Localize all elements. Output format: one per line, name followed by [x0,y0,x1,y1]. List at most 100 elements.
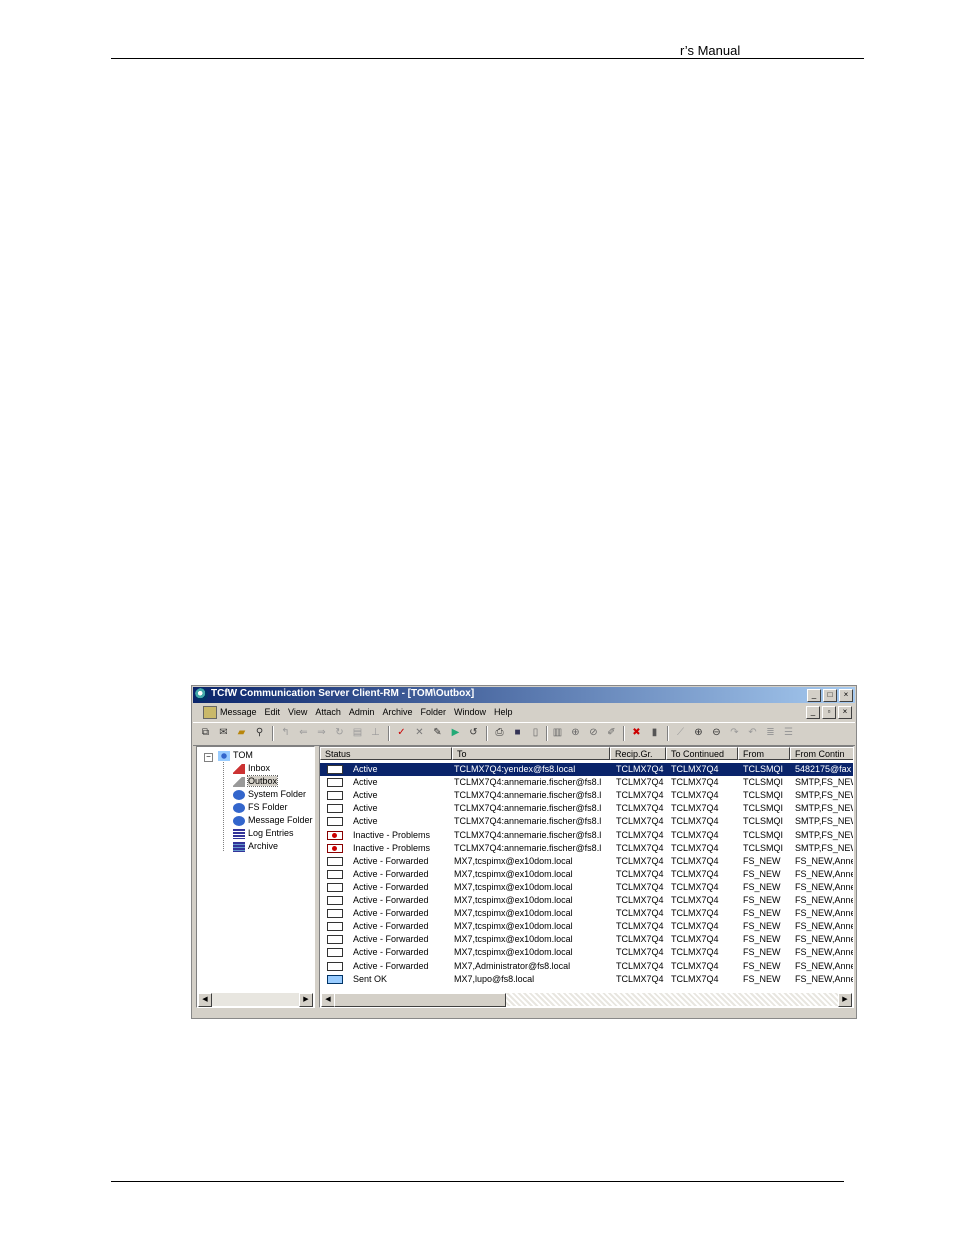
menu-edit[interactable]: Edit [265,707,281,717]
tree-item-message-folder[interactable]: Message Folder [233,814,313,827]
table-row[interactable]: Active - Forwarded MX7,tcspimx@ex10dom.lo… [320,894,853,907]
table-row[interactable]: Active TCLMX7Q4:annemarie.fischer@fs8.l TC… [320,789,853,802]
reply-all-icon[interactable]: ⇐ [297,726,310,739]
cell-to-cont: TCLMX7Q4 [671,868,719,879]
menu-admin[interactable]: Admin [349,707,375,717]
new-message-icon[interactable]: ✉ [217,726,230,739]
forward-icon[interactable]: ⇒ [315,726,328,739]
menu-window[interactable]: Window [454,707,486,717]
annotate-icon[interactable]: ⟋ [674,726,687,739]
outbox-icon [233,776,245,787]
attach-icon[interactable]: ⊘ [587,726,600,739]
tree-item-system-folder[interactable]: System Folder [233,788,306,801]
menu-folder[interactable]: Folder [420,707,446,717]
toolbar-separator [388,726,390,741]
mdi-restore-button[interactable]: ▫ [822,706,836,719]
tree-item-archive[interactable]: Archive [233,840,278,853]
notes-icon[interactable]: ✐ [605,726,618,739]
table-row[interactable]: Inactive - Problems TCLMX7Q4:annemarie.fi… [320,829,853,842]
fit-width-icon[interactable]: ☰ [782,726,795,739]
checkmark-icon[interactable]: ✓ [395,726,408,739]
menu-help[interactable]: Help [494,707,513,717]
properties-icon[interactable]: ▥ [551,726,564,739]
tree-horizontal-scrollbar[interactable]: ◀ ▶ [198,993,313,1007]
fit-page-icon[interactable]: ≣ [764,726,777,739]
envelope-icon [327,817,343,827]
menu-archive[interactable]: Archive [382,707,412,717]
zoom-out-icon[interactable]: ⊖ [710,726,723,739]
delete-icon[interactable]: ✕ [413,726,426,739]
column-header-status[interactable]: Status [320,747,452,760]
list-horizontal-scrollbar[interactable]: ◀ ▶ [321,993,852,1007]
tree-item-inbox[interactable]: Inbox [233,762,270,775]
scroll-thumb[interactable] [334,993,506,1007]
print-preview-icon[interactable]: ▤ [351,726,364,739]
collapse-icon[interactable]: − [204,753,213,762]
table-row[interactable]: Sent OK MX7,lupo@fs8.local TCLMX7Q4 TCLMX7Q… [320,973,853,986]
problem-message-icon [327,843,343,853]
cell-recip: TCLMX7Q4 [616,960,664,971]
scroll-right-icon[interactable]: ▶ [838,993,852,1007]
edit-pencil-icon[interactable]: ✎ [431,726,444,739]
title-bar[interactable]: TCfW Communication Server Client-RM - [T… [193,687,855,703]
open-folder-icon[interactable]: ▰ [235,726,248,739]
tree-item-fs-folder[interactable]: FS Folder [233,801,288,814]
column-header-to[interactable]: To [452,747,610,760]
table-row[interactable]: Active TCLMX7Q4:annemarie.fischer@fs8.l TC… [320,776,853,789]
tree-item-outbox[interactable]: Outbox [233,775,279,788]
table-row[interactable]: Active - Forwarded MX7,tcspimx@ex10dom.lo… [320,881,853,894]
column-header-from[interactable]: From [738,747,790,760]
column-header-from-continued[interactable]: From Contin [790,747,853,760]
scroll-left-icon[interactable]: ◀ [321,993,335,1007]
find-icon[interactable]: ⚲ [253,726,266,739]
table-row[interactable]: Active TCLMX7Q4:annemarie.fischer@fs8.l TC… [320,802,853,815]
table-row[interactable]: Active - Forwarded MX7,tcspimx@ex10dom.lo… [320,868,853,881]
rotate-right-icon[interactable]: ↶ [746,726,759,739]
refresh-icon[interactable]: ↺ [467,726,480,739]
resend-icon[interactable]: ↻ [333,726,346,739]
cell-to-cont: TCLMX7Q4 [671,842,719,853]
table-row[interactable]: Active - Forwarded MX7,tcspimx@ex10dom.lo… [320,907,853,920]
reply-icon[interactable]: ↰ [279,726,292,739]
table-row[interactable]: Active TCLMX7Q4:annemarie.fischer@fs8.l TC… [320,815,853,828]
link-icon[interactable]: ⊕ [569,726,582,739]
send-icon[interactable]: ▶ [449,726,462,739]
cell-status: Active [353,790,378,801]
table-row[interactable]: Active - Forwarded MX7,tcspimx@ex10dom.lo… [320,920,853,933]
save-icon[interactable]: ■ [511,726,524,739]
cell-to: TCLMX7Q4:yendex@fs8.local [454,764,576,774]
cell-to: MX7,Administrator@fs8.local [454,960,571,971]
cell-status: Active - Forwarded [353,855,429,866]
menu-attach[interactable]: Attach [315,707,341,717]
table-row[interactable]: Active TCLMX7Q4:yendex@fs8.local TCLMX7Q4 T… [320,763,853,776]
tree-item-log-entries[interactable]: Log Entries [233,827,294,840]
maximize-button[interactable]: □ [823,689,837,702]
stop-icon[interactable]: ✖ [630,726,643,739]
stamp-icon[interactable]: ⊥ [369,726,382,739]
zoom-in-icon[interactable]: ⊕ [692,726,705,739]
table-row[interactable]: Active - Forwarded MX7,Administrator@fs8.… [320,960,853,973]
print-icon[interactable]: ⎙ [493,726,506,739]
column-header-recip-group[interactable]: Recip.Gr. [610,747,666,760]
column-header-to-continued[interactable]: To Continued [666,747,738,760]
cell-to-cont: TCLMX7Q4 [671,764,719,774]
status-icon[interactable]: ▮ [648,726,661,739]
rotate-left-icon[interactable]: ↷ [728,726,741,739]
menu-view[interactable]: View [288,707,307,717]
tree-item-tom[interactable]: TOM [218,749,253,762]
mdi-document-icon[interactable] [203,706,217,719]
document-icon[interactable]: ▯ [529,726,542,739]
close-button[interactable]: × [839,689,853,702]
minimize-button[interactable]: _ [807,689,821,702]
mdi-minimize-button[interactable]: _ [806,706,820,719]
table-row[interactable]: Active - Forwarded MX7,tcspimx@ex10dom.lo… [320,933,853,946]
scroll-right-icon[interactable]: ▶ [299,993,313,1007]
menu-message[interactable]: Message [220,707,257,717]
table-row[interactable]: Active - Forwarded MX7,tcspimx@ex10dom.lo… [320,946,853,959]
table-row[interactable]: Inactive - Problems TCLMX7Q4:annemarie.fi… [320,842,853,855]
copy-icon[interactable]: ⧉ [199,726,212,739]
scroll-left-icon[interactable]: ◀ [198,993,212,1007]
tree-line [223,759,224,851]
table-row[interactable]: Active - Forwarded MX7,tcspimx@ex10dom.lo… [320,855,853,868]
mdi-close-button[interactable]: × [838,706,852,719]
